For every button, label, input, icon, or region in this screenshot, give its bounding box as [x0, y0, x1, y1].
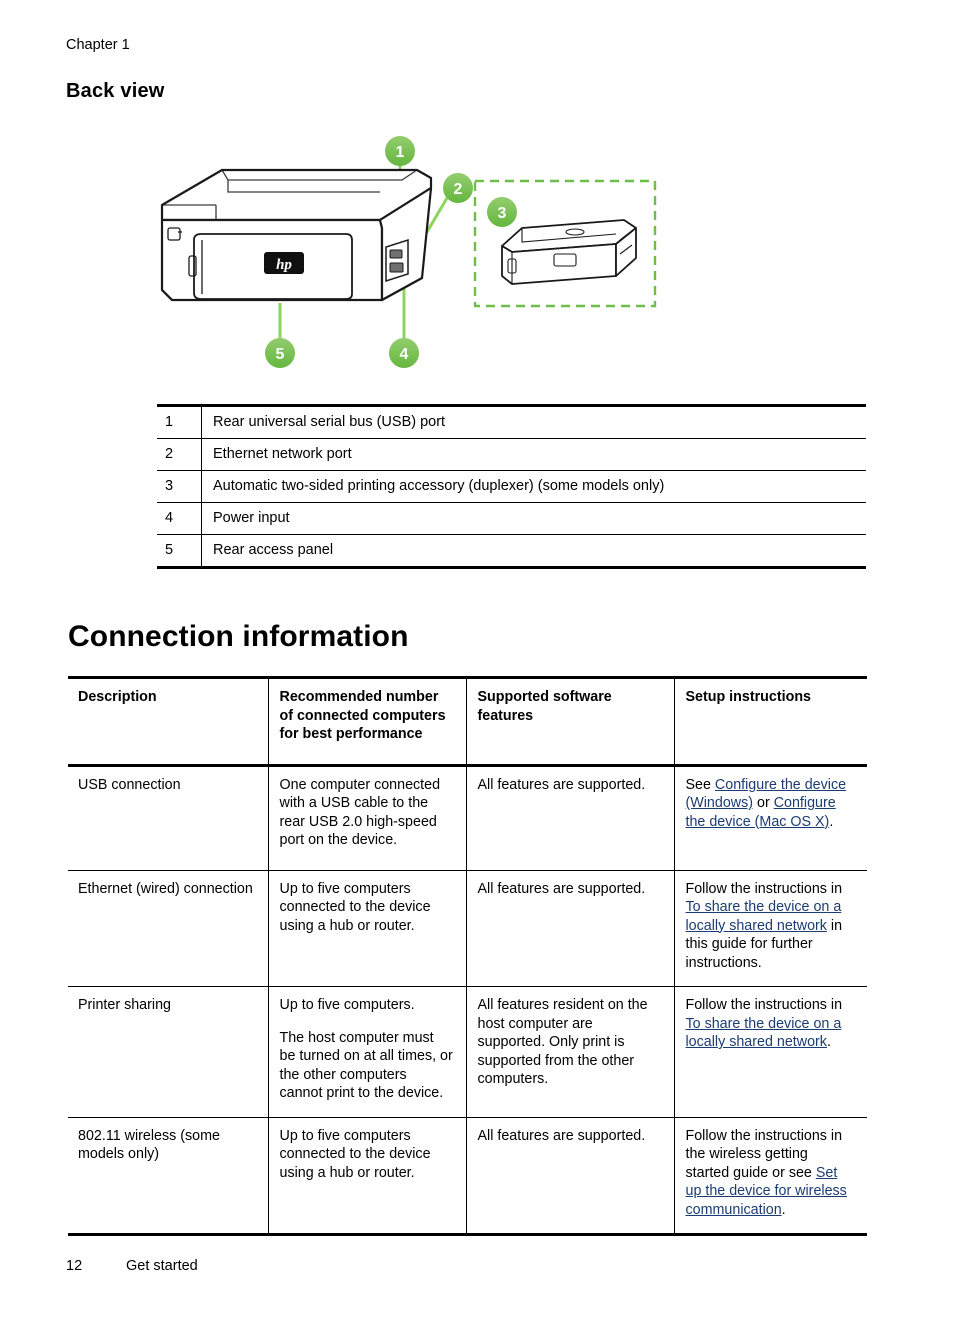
page-title: Connection information — [68, 620, 409, 653]
document-page: Chapter 1 Back view hp 1 2 3 4 5 1 Rear … — [0, 0, 954, 1321]
link-share-device-locally[interactable]: To share the device on a locally shared … — [686, 899, 842, 934]
cell-setup: Follow the instructions in To share the … — [674, 870, 867, 987]
callout-badge-1: 1 — [385, 136, 415, 166]
legend-number: 2 — [157, 438, 202, 471]
column-header-description: Description — [68, 676, 269, 767]
table-row: 4 Power input — [157, 502, 866, 535]
svg-text:4: 4 — [400, 346, 409, 363]
cell-features: All features are supported. — [466, 1117, 675, 1236]
setup-text-pre: Follow the instructions in — [685, 880, 843, 897]
cell-recommended-para-2: The host computer must be turned on at a… — [279, 1029, 453, 1102]
setup-text-post: . — [829, 813, 834, 830]
cell-description: 802.11 wireless (some models only) — [68, 1117, 269, 1236]
legend-number: 5 — [157, 534, 202, 569]
column-header-setup-instructions: Setup instructions — [674, 676, 867, 767]
legend-number: 3 — [157, 470, 202, 503]
table-row: Ethernet (wired) connection Up to five c… — [68, 870, 867, 987]
svg-text:1: 1 — [396, 144, 405, 161]
cell-setup: Follow the instructions in To share the … — [674, 986, 867, 1118]
setup-text-mid: or — [753, 795, 774, 811]
figure-printer-back-view: hp 1 2 3 4 5 — [150, 128, 670, 378]
footer-page-number: 12 — [66, 1258, 83, 1274]
legend-number: 1 — [157, 404, 202, 439]
setup-text-pre: See — [685, 776, 715, 793]
setup-text-post: . — [781, 1201, 786, 1218]
legend-description: Automatic two-sided printing accessory (… — [201, 470, 866, 503]
table-row: Printer sharing Up to five computers. Th… — [68, 986, 867, 1118]
callout-badge-4: 4 — [389, 338, 419, 368]
hp-logo-badge: hp — [264, 252, 304, 274]
callout-badge-3: 3 — [487, 197, 517, 227]
table-row: USB connection One computer connected wi… — [68, 765, 867, 871]
cell-recommended: Up to five computers connected to the de… — [268, 870, 467, 987]
cell-description: USB connection — [68, 765, 269, 871]
legend-description: Power input — [201, 502, 866, 535]
table-row: 5 Rear access panel — [157, 534, 866, 569]
column-header-supported-features: Supported software features — [466, 676, 675, 767]
svg-text:2: 2 — [454, 181, 463, 198]
table-row: 1 Rear universal serial bus (USB) port — [157, 404, 866, 439]
callout-badge-2: 2 — [443, 173, 473, 203]
legend-number: 4 — [157, 502, 202, 535]
cell-recommended: One computer connected with a USB cable … — [268, 765, 467, 871]
svg-text:5: 5 — [276, 346, 285, 363]
legend-description: Rear universal serial bus (USB) port — [201, 404, 866, 439]
cell-recommended-para-1: Up to five computers. — [279, 997, 415, 1013]
cell-setup: See Configure the device (Windows) or Co… — [674, 765, 867, 871]
cell-features: All features are supported. — [466, 870, 675, 987]
callout-badge-5: 5 — [265, 338, 295, 368]
cell-recommended: Up to five computers. The host computer … — [268, 986, 467, 1118]
connection-information-table: Description Recommended number of connec… — [68, 676, 867, 1236]
cell-setup: Follow the instructions in the wireless … — [674, 1117, 867, 1236]
table-row: 2 Ethernet network port — [157, 438, 866, 471]
table-row: 3 Automatic two-sided printing accessory… — [157, 470, 866, 503]
callout-legend-table: 1 Rear universal serial bus (USB) port 2… — [157, 404, 866, 569]
cell-features: All features are supported. — [466, 765, 675, 871]
svg-text:hp: hp — [276, 257, 292, 273]
cell-description: Ethernet (wired) connection — [68, 870, 269, 987]
setup-text-post: . — [826, 1034, 831, 1050]
usb-port-detail — [389, 249, 403, 259]
cell-recommended: Up to five computers connected to the de… — [268, 1117, 467, 1236]
ethernet-port-detail — [389, 262, 404, 273]
table-row: 802.11 wireless (some models only) Up to… — [68, 1117, 867, 1236]
footer-section-name: Get started — [126, 1258, 198, 1274]
cell-description: Printer sharing — [68, 986, 269, 1118]
legend-description: Rear access panel — [201, 534, 866, 569]
chapter-header: Chapter 1 — [66, 37, 130, 53]
section-heading-back-view: Back view — [66, 80, 165, 102]
svg-text:3: 3 — [498, 205, 507, 222]
legend-description: Ethernet network port — [201, 438, 866, 471]
page-footer: 12 Get started — [66, 1258, 198, 1274]
cell-features: All features resident on the host comput… — [466, 986, 675, 1118]
setup-text-pre: Follow the instructions in — [685, 997, 843, 1013]
column-header-recommended-computers: Recommended number of connected computer… — [268, 676, 467, 767]
table-header-row: Description Recommended number of connec… — [68, 676, 867, 767]
link-share-device-locally[interactable]: To share the device on a locally shared … — [686, 1016, 842, 1051]
